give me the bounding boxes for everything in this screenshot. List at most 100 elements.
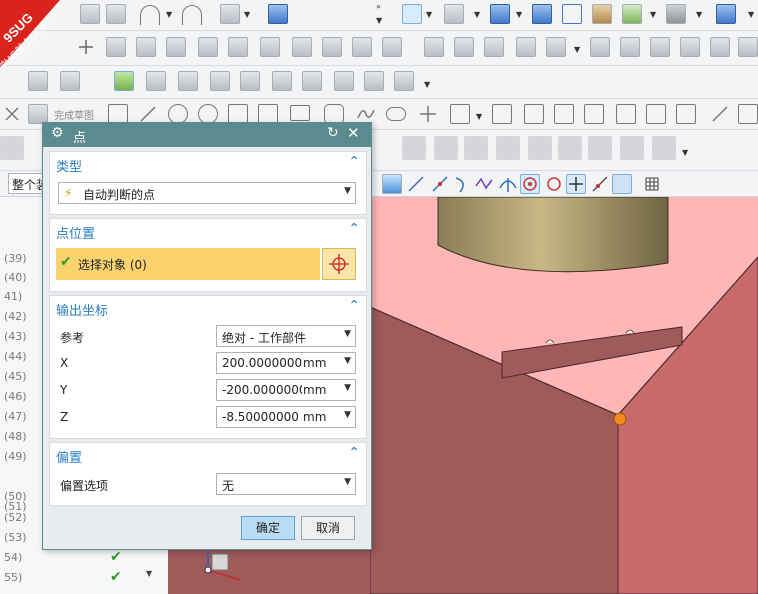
- graphics-g-icon[interactable]: [272, 71, 292, 91]
- finish-sketch-flag-icon[interactable]: [28, 104, 48, 124]
- point-location-header[interactable]: 点位置: [56, 223, 95, 242]
- repeat-command-icon[interactable]: [220, 4, 240, 24]
- toolbar-blank-button-6[interactable]: [528, 136, 552, 160]
- offset-curve-icon[interactable]: [450, 104, 470, 124]
- point-dialog-button[interactable]: [322, 248, 356, 280]
- cancel-button[interactable]: 取消: [301, 516, 355, 540]
- snap-intersection-icon[interactable]: [498, 174, 518, 194]
- toolbar-blank-button-10[interactable]: [652, 136, 676, 160]
- line-tool-icon[interactable]: [138, 104, 158, 124]
- curve-on-surface-icon[interactable]: [28, 71, 48, 91]
- toolbar-blank-button-3[interactable]: [434, 136, 458, 160]
- snap-spline-icon[interactable]: [474, 174, 494, 194]
- gear-icon[interactable]: ⚙: [51, 125, 64, 141]
- snap-curve-icon[interactable]: [452, 174, 472, 194]
- emboss-icon[interactable]: [484, 37, 504, 57]
- dialog-title-bar[interactable]: ⚙ 点 ↻ ✕: [43, 123, 371, 147]
- constraint-icon[interactable]: [710, 104, 730, 124]
- snap-toggle-icon[interactable]: [382, 174, 402, 194]
- chevron-down-icon[interactable]: ▼: [344, 383, 351, 393]
- box-icon[interactable]: [382, 37, 402, 57]
- snap-existing-point-icon[interactable]: [566, 174, 586, 194]
- type-section-header[interactable]: 类型: [56, 156, 82, 175]
- polygon-tool-icon[interactable]: [324, 104, 344, 124]
- chamfer-tool-icon[interactable]: [258, 104, 278, 124]
- collapse-icon[interactable]: ⌃: [348, 221, 360, 237]
- ok-button[interactable]: 确定: [241, 516, 295, 540]
- selection-scope-dropdown[interactable]: 整个装: [8, 173, 48, 194]
- arc-tool-icon[interactable]: [168, 104, 188, 124]
- ellipse-tool-icon[interactable]: [386, 107, 406, 121]
- nav-scroll-down-icon[interactable]: ▼: [146, 569, 152, 578]
- y-field[interactable]: -200.0000000 mm ▼: [216, 379, 356, 401]
- chevron-down-icon[interactable]: ▼: [344, 356, 351, 366]
- chamfer-icon[interactable]: [680, 37, 700, 57]
- toolbar-blank-button-1[interactable]: [0, 136, 24, 160]
- snap-midpoint-icon[interactable]: [430, 174, 450, 194]
- reference-dropdown[interactable]: 绝对 - 工作部件 ▼: [216, 325, 356, 347]
- x-field[interactable]: 200.0000000 mm ▼: [216, 352, 356, 374]
- trim-body-icon[interactable]: [590, 37, 610, 57]
- project-curve-icon[interactable]: [60, 71, 80, 91]
- plus-icon[interactable]: [76, 37, 96, 57]
- finish-sketch-label[interactable]: 完成草图: [54, 107, 94, 122]
- hole-icon[interactable]: [710, 37, 730, 57]
- collapse-icon[interactable]: ⌃: [348, 298, 360, 314]
- layer-settings-icon[interactable]: [394, 71, 414, 91]
- pattern-curve-icon[interactable]: [492, 104, 512, 124]
- fit-view-icon[interactable]: [402, 4, 422, 24]
- draft-icon[interactable]: [516, 37, 536, 57]
- z-field[interactable]: -8.50000000 mm ▼: [216, 406, 356, 428]
- thicken-icon[interactable]: [260, 37, 280, 57]
- nav-row[interactable]: 54) ✔: [0, 548, 168, 567]
- toolbar-blank-button-7[interactable]: [558, 136, 582, 160]
- quick-trim-icon[interactable]: [524, 104, 544, 124]
- split-face-icon[interactable]: [620, 37, 640, 57]
- reset-icon[interactable]: ↻: [327, 125, 339, 141]
- graphics-viewport-lower[interactable]: [168, 548, 370, 594]
- render-style-icon[interactable]: [444, 4, 464, 24]
- output-coordinates-header[interactable]: 输出坐标: [56, 300, 108, 319]
- translucency-icon[interactable]: [364, 71, 384, 91]
- toolbar-blank-button-5[interactable]: [496, 136, 520, 160]
- toolbar-blank-button-2[interactable]: [402, 136, 426, 160]
- surface-icon[interactable]: [198, 37, 218, 57]
- make-corner-icon[interactable]: [584, 104, 604, 124]
- circle-tool-icon[interactable]: [198, 104, 218, 124]
- snap-point-on-face-icon[interactable]: [612, 174, 632, 194]
- wireframe-icon[interactable]: [562, 4, 582, 24]
- grid-snap-icon[interactable]: [642, 174, 662, 194]
- snap-quadrant-icon[interactable]: [544, 174, 564, 194]
- snap-endpoint-icon[interactable]: [406, 174, 426, 194]
- tube-icon[interactable]: [292, 37, 312, 57]
- chevron-down-icon[interactable]: ▼: [344, 410, 351, 420]
- close-icon[interactable]: ✕: [347, 124, 360, 142]
- nav-row[interactable]: 55) ✔: [0, 568, 168, 587]
- redo-icon[interactable]: [182, 5, 202, 25]
- pattern-icon[interactable]: [352, 37, 372, 57]
- offset-option-dropdown[interactable]: 无 ▼: [216, 473, 356, 495]
- collapse-icon[interactable]: ⌃: [348, 154, 360, 170]
- layer-move-icon[interactable]: [716, 4, 736, 24]
- studio-spline-icon[interactable]: [356, 104, 376, 124]
- type-dropdown[interactable]: ⚡ 自动判断的点 ▼: [58, 182, 356, 204]
- collapse-icon[interactable]: ⌃: [348, 445, 360, 461]
- point-tool-icon[interactable]: [418, 104, 438, 124]
- offset-header[interactable]: 偏置: [56, 447, 82, 466]
- add-existing-icon[interactable]: [676, 104, 696, 124]
- snap-center-icon[interactable]: [520, 174, 540, 194]
- undo-icon[interactable]: [140, 5, 160, 25]
- shaded-edges-icon[interactable]: [178, 71, 198, 91]
- shaded-icon[interactable]: [146, 71, 166, 91]
- material-icon[interactable]: [592, 4, 612, 24]
- paste-icon[interactable]: [106, 4, 126, 24]
- partial-shade-icon[interactable]: [334, 71, 354, 91]
- quick-extend-icon[interactable]: [554, 104, 574, 124]
- extract-icon[interactable]: [322, 37, 342, 57]
- offset-face-icon[interactable]: [424, 37, 444, 57]
- hidden-wire-icon[interactable]: [240, 71, 260, 91]
- studio-icon[interactable]: [210, 71, 230, 91]
- toolbar-blank-button-8[interactable]: [588, 136, 612, 160]
- blend-icon[interactable]: [650, 37, 670, 57]
- face-analysis-icon[interactable]: [302, 71, 322, 91]
